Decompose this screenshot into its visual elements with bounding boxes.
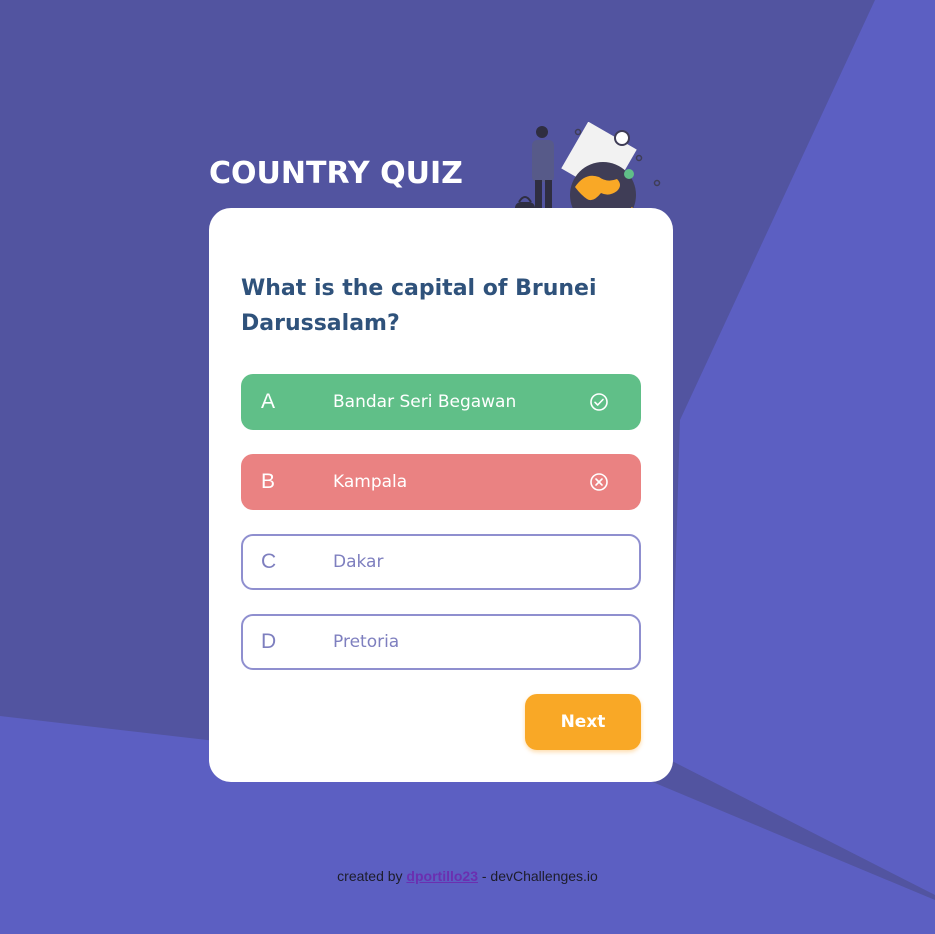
page-background: COUNTRY QUIZ What is the capital of Brun… <box>0 0 935 934</box>
answer-option-a[interactable]: A Bandar Seri Begawan <box>241 374 641 430</box>
option-letter: A <box>261 390 276 413</box>
answer-option-b[interactable]: B Kampala <box>241 454 641 510</box>
question-text: What is the capital of Brunei Darussalam… <box>241 276 597 336</box>
next-button[interactable]: Next <box>525 694 641 750</box>
background-shape-right <box>670 0 935 895</box>
quiz-card: What is the capital of Brunei Darussalam… <box>209 208 673 782</box>
option-text: Dakar <box>333 552 384 572</box>
circle-decoration-1 <box>614 130 630 146</box>
circle-decoration-2 <box>574 128 582 136</box>
answer-option-c[interactable]: C Dakar <box>241 534 641 590</box>
person-head <box>536 126 548 138</box>
answer-option-d[interactable]: D Pretoria <box>241 614 641 670</box>
option-text: Bandar Seri Begawan <box>333 392 517 412</box>
circle-decoration-4 <box>635 154 643 162</box>
option-letter: C <box>261 550 277 573</box>
app-title: COUNTRY QUIZ <box>209 156 463 191</box>
location-pin <box>624 169 634 179</box>
footer-credit: created by dportillo23 - devChallenges.i… <box>0 868 935 884</box>
author-link[interactable]: dportillo23 <box>406 868 478 884</box>
footer-prefix: created by <box>337 868 403 884</box>
option-letter: B <box>261 470 276 493</box>
x-circle-icon <box>590 473 608 491</box>
option-text: Pretoria <box>333 632 400 652</box>
check-circle-icon <box>590 393 608 411</box>
circle-decoration-3 <box>653 179 661 187</box>
footer-suffix: - devChallenges.io <box>481 868 598 884</box>
person-torso <box>532 140 554 182</box>
option-text: Kampala <box>333 472 408 492</box>
option-letter: D <box>261 630 277 653</box>
backpack-handle <box>518 196 532 203</box>
